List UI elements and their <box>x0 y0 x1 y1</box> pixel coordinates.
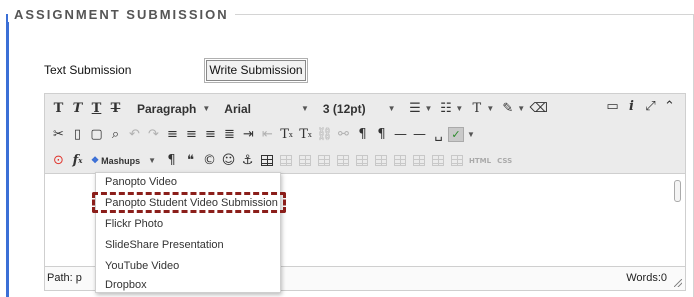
menu-item-flickr-photo[interactable]: Flickr Photo <box>105 218 163 230</box>
indent-icon[interactable]: ⇥ <box>239 125 258 144</box>
merge-cells-icon[interactable] <box>447 151 466 170</box>
table-cell-props-icon[interactable] <box>295 151 314 170</box>
cut-icon[interactable]: ✂ <box>49 125 68 144</box>
redo-icon[interactable]: ↷ <box>144 125 163 144</box>
mashups-icon: ❖ <box>91 155 100 165</box>
insert-col-after-icon[interactable] <box>390 151 409 170</box>
math-formula-icon[interactable]: fx <box>68 151 87 170</box>
strikethrough-icon[interactable]: T <box>106 99 125 118</box>
bullet-list-icon[interactable]: ☰ <box>406 99 425 118</box>
align-left-icon[interactable]: ≡ <box>163 125 182 144</box>
link-icon[interactable]: ⛓ <box>315 125 334 144</box>
chevron-down-icon[interactable]: ▼ <box>455 104 463 113</box>
write-submission-button[interactable]: Write Submission <box>206 60 306 81</box>
chevron-down-icon: ▼ <box>387 104 396 113</box>
section-frame-top <box>232 14 694 15</box>
editor-toolbar: T T T T Paragraph ▼ Arial ▼ 3 (12pt) ▼ ☰ ▼ ☷… <box>45 94 685 174</box>
anchor-icon[interactable]: ⚓ <box>238 151 257 170</box>
word-count: Words:0 <box>626 272 667 284</box>
chevron-down-icon[interactable]: ▼ <box>517 104 525 113</box>
spellcheck-icon: ✓ <box>448 127 464 142</box>
delete-row-icon[interactable] <box>352 151 371 170</box>
undo-icon[interactable]: ↶ <box>125 125 144 144</box>
eraser-icon[interactable]: ⌫ <box>529 99 548 118</box>
section-legend: ASSIGNMENT SUBMISSION <box>8 7 235 22</box>
format-dropdown[interactable]: Paragraph ▼ <box>137 99 210 118</box>
chevron-down-icon: ▼ <box>467 130 475 139</box>
find-icon[interactable]: ⌕ <box>106 125 125 144</box>
chevron-down-icon: ▼ <box>148 156 157 165</box>
toolbar-row-2: ✂ ▯ ▢ ⌕ ↶ ↷ ≡ ≡ ≡ ≣ ⇥ ⇤ Tx Tx ⛓ ⚯ ¶ ¶ — … <box>45 123 475 146</box>
size-dropdown[interactable]: 3 (12pt) ▼ <box>323 99 396 118</box>
table-row-props-icon[interactable] <box>276 151 295 170</box>
toolbar-row-1: T T T T Paragraph ▼ Arial ▼ 3 (12pt) ▼ ☰ ▼ ☷… <box>45 97 548 120</box>
rtl-icon[interactable]: ¶ <box>372 125 391 144</box>
highlight-pen-icon[interactable]: ✎ <box>498 99 517 118</box>
font-dropdown[interactable]: Arial ▼ <box>224 99 309 118</box>
bold-icon[interactable]: T <box>49 99 68 118</box>
add-content-icon[interactable]: ⊙ <box>49 151 68 170</box>
paste-icon[interactable]: ▢ <box>87 125 106 144</box>
highlight-callout <box>92 192 286 213</box>
copy-icon[interactable]: ▯ <box>68 125 87 144</box>
align-right-icon[interactable]: ≡ <box>201 125 220 144</box>
resize-grip-icon[interactable] <box>674 279 682 287</box>
subscript-icon[interactable]: Tx <box>296 125 315 144</box>
css-button[interactable]: CSS <box>497 157 512 165</box>
delete-col-icon[interactable] <box>409 151 428 170</box>
horizontal-rule-icon[interactable]: — <box>391 125 410 144</box>
insert-row-before-icon[interactable] <box>314 151 333 170</box>
outdent-icon[interactable]: ⇤ <box>258 125 277 144</box>
mashups-dropdown[interactable]: ❖ Mashups ▼ <box>91 151 156 170</box>
html-button[interactable]: HTML <box>469 157 491 165</box>
toolbar-row-3: ⊙ fx ❖ Mashups ▼ ¶ ❝ © ☺ ⚓ HTML CSS <box>45 149 515 172</box>
italic-icon[interactable]: T <box>68 99 87 118</box>
chevron-down-icon: ▼ <box>202 104 211 113</box>
preview-icon[interactable]: ▭ <box>603 97 622 116</box>
format-value: Paragraph <box>137 101 197 116</box>
chevron-down-icon: ▼ <box>300 104 309 113</box>
section-frame-accent <box>6 14 9 297</box>
font-value: Arial <box>224 101 251 116</box>
copyright-icon[interactable]: © <box>200 151 219 170</box>
emoticon-icon[interactable]: ☺ <box>219 151 238 170</box>
nonbreaking-space-icon[interactable]: ␣ <box>429 125 448 144</box>
menu-item-dropbox[interactable]: Dropbox <box>105 279 147 291</box>
size-value: 3 (12pt) <box>322 101 366 116</box>
text-color-icon[interactable]: T <box>467 99 486 118</box>
insert-row-after-icon[interactable] <box>333 151 352 170</box>
menu-item-youtube-video[interactable]: YouTube Video <box>105 260 179 272</box>
numbered-list-icon[interactable]: ☷ <box>436 99 455 118</box>
insert-table-icon[interactable] <box>257 151 276 170</box>
align-center-icon[interactable]: ≡ <box>182 125 201 144</box>
paragraph-icon[interactable]: ¶ <box>162 151 181 170</box>
underline-icon[interactable]: T <box>87 99 106 118</box>
justify-icon[interactable]: ≣ <box>220 125 239 144</box>
fullscreen-icon[interactable]: ⤢ <box>641 97 660 116</box>
chevron-down-icon[interactable]: ▼ <box>486 104 494 113</box>
mashups-menu: Panopto Video Panopto Student Video Subm… <box>95 172 281 293</box>
unlink-icon[interactable]: ⚯ <box>334 125 353 144</box>
menu-item-panopto-video[interactable]: Panopto Video <box>105 176 177 188</box>
chevron-down-icon[interactable]: ▼ <box>425 104 433 113</box>
editor-scrollbar[interactable] <box>674 180 681 202</box>
element-path: Path: p <box>47 272 82 284</box>
insert-col-before-icon[interactable] <box>371 151 390 170</box>
mashups-label: Mashups <box>101 155 141 166</box>
spellcheck-button[interactable]: ✓ ▼ <box>448 125 475 144</box>
split-cells-icon[interactable] <box>428 151 447 170</box>
ltr-icon[interactable]: ¶ <box>353 125 372 144</box>
nonbreaking-dash-icon[interactable]: — <box>410 125 429 144</box>
toolbar-right-icons: ▭ i ⤢ ⌃ <box>603 97 679 116</box>
text-submission-label: Text Submission <box>44 63 132 77</box>
menu-item-slideshare-presentation[interactable]: SlideShare Presentation <box>105 239 224 251</box>
collapse-toolbar-icon[interactable]: ⌃ <box>660 97 679 116</box>
blockquote-icon[interactable]: ❝ <box>181 151 200 170</box>
info-icon[interactable]: i <box>622 97 641 116</box>
superscript-icon[interactable]: Tx <box>277 125 296 144</box>
